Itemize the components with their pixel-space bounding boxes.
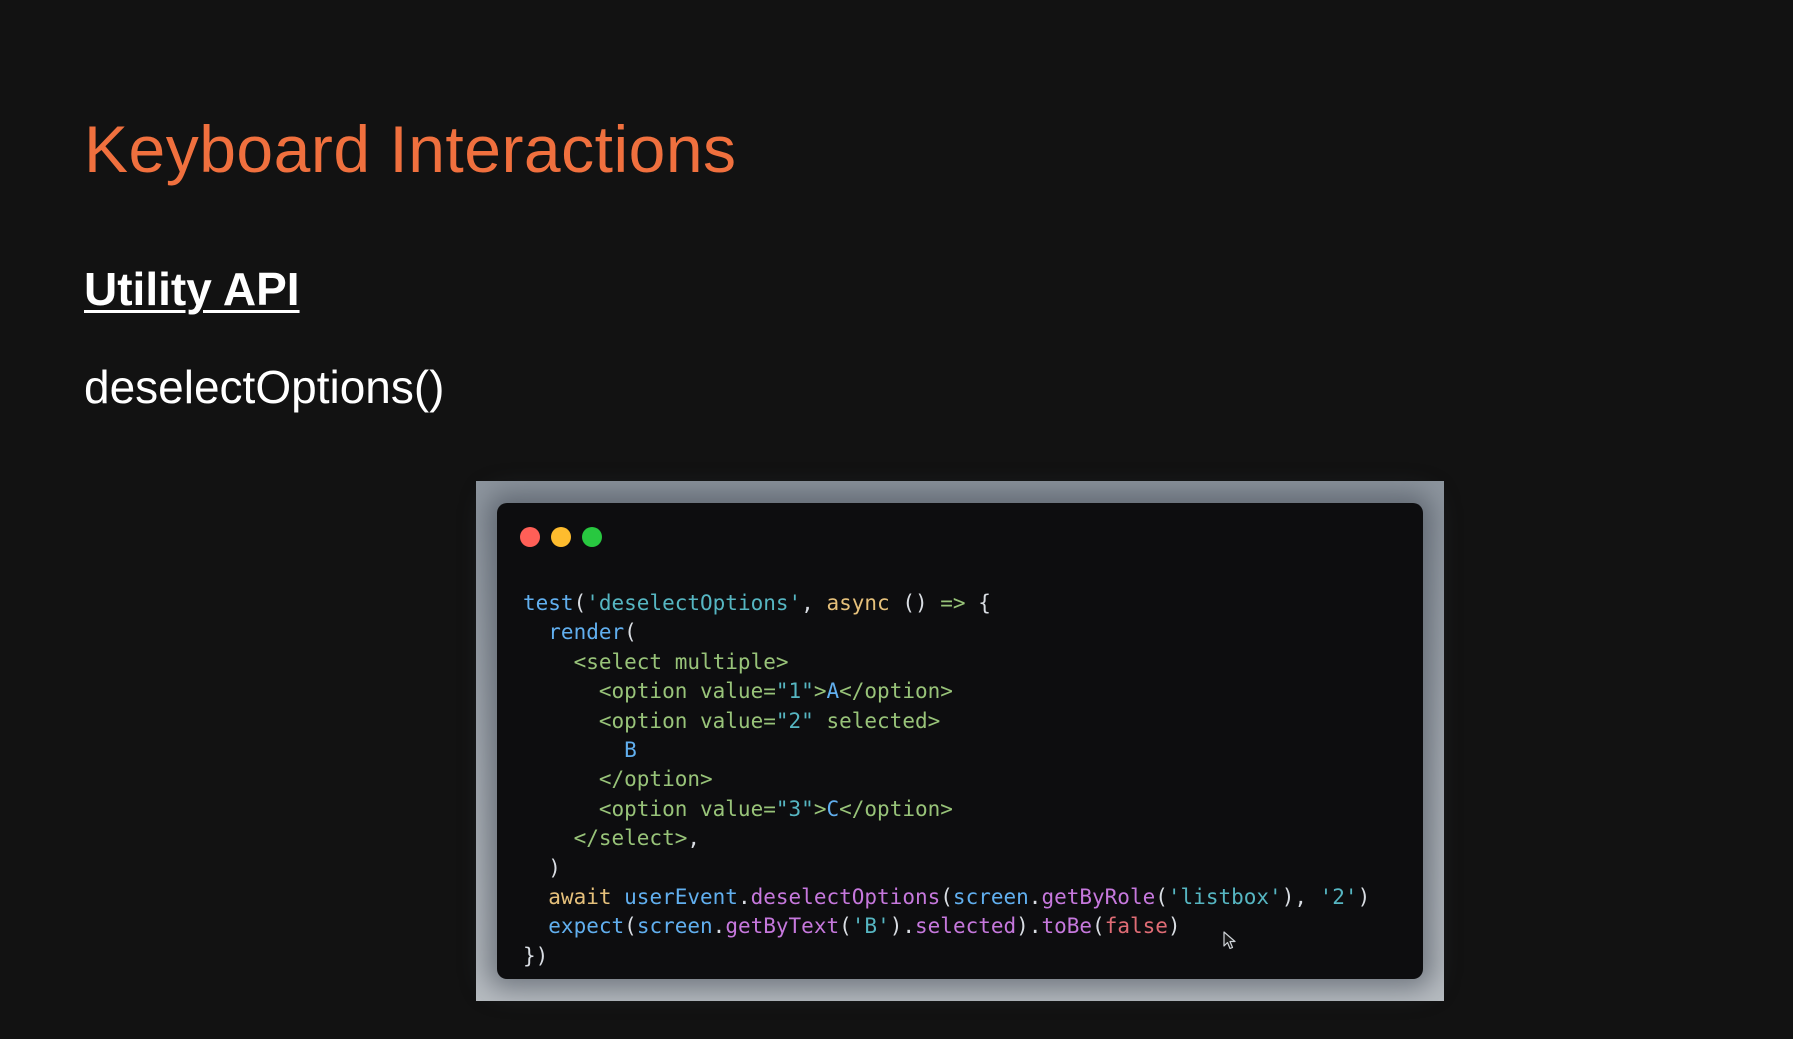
code-token: {: [965, 591, 991, 615]
code-token: }): [523, 943, 549, 968]
code-token: '2': [1319, 884, 1358, 909]
zoom-dot: [582, 527, 602, 547]
code-token: async: [826, 591, 890, 615]
code-token: screen: [952, 884, 1029, 909]
code-token: <option value=: [523, 679, 776, 704]
code-token: (: [624, 914, 637, 939]
code-screenshot-frame: test('deselectOptions', async () => { re…: [476, 481, 1444, 1001]
code-token: >: [813, 796, 827, 821]
code-line: B: [523, 736, 1370, 765]
code-token: <option value=: [523, 796, 776, 821]
code-editor-window: test('deselectOptions', async () => { re…: [497, 503, 1423, 979]
section-heading: Utility API: [84, 263, 300, 315]
code-token: "3": [775, 796, 814, 821]
code-token: (: [1155, 884, 1168, 909]
code-line: <select multiple>: [523, 648, 1370, 677]
code-token: false: [1104, 914, 1168, 939]
code-line: <option value="3">C</option>: [523, 795, 1370, 824]
code-token: selected>: [813, 708, 941, 733]
code-token: </select>: [523, 826, 688, 851]
code-token: await: [523, 884, 612, 909]
code-token: </option>: [523, 767, 713, 792]
code-token: test: [523, 591, 574, 615]
code-token: (: [839, 914, 852, 939]
code-line: ): [523, 854, 1370, 883]
code-token: ),: [1281, 884, 1320, 909]
code-token: .: [712, 914, 726, 939]
code-token: (: [624, 620, 637, 645]
code-line: </select>,: [523, 824, 1370, 853]
code-token: (): [889, 591, 941, 615]
code-token: ): [523, 855, 561, 880]
code-token: =>: [940, 591, 966, 615]
code-token: 'listbox': [1167, 884, 1282, 909]
code-line: </option>: [523, 765, 1370, 794]
code-token: userEvent: [611, 884, 738, 909]
minimize-dot: [551, 527, 571, 547]
code-line: await userEvent.deselectOptions(screen.g…: [523, 883, 1370, 912]
code-token: >: [813, 679, 827, 704]
code-token: getByRole: [1041, 884, 1156, 909]
code-token: toBe: [1041, 914, 1093, 939]
code-line: render(: [523, 618, 1370, 647]
code-token: C: [826, 796, 840, 821]
code-token: ).: [1016, 914, 1042, 939]
code-token: B: [523, 737, 637, 762]
code-token: selected: [915, 914, 1017, 939]
code-token: </option>: [839, 679, 953, 704]
code-token: deselectOptions: [750, 884, 941, 909]
code-token: 'deselectOptions': [586, 591, 802, 615]
code-line: }): [523, 942, 1370, 971]
code-token: render: [523, 620, 625, 645]
code-token: 'B': [851, 914, 890, 939]
code-token: (: [1092, 914, 1105, 939]
code-line: <option value="1">A</option>: [523, 677, 1370, 706]
code-token: "2": [775, 708, 814, 733]
code-line: test('deselectOptions', async () => {: [523, 589, 1370, 618]
code-token: <select multiple>: [523, 649, 789, 674]
code-token: </option>: [839, 796, 953, 821]
slide-title: Keyboard Interactions: [84, 112, 737, 186]
code-token: ): [1167, 914, 1181, 939]
code-token: ).: [889, 914, 916, 939]
api-function-name: deselectOptions(): [84, 361, 445, 413]
code-token: ,: [687, 826, 701, 851]
code-token: ,: [801, 591, 827, 615]
mouse-pointer-icon: [1223, 931, 1236, 950]
code-token: A: [826, 679, 840, 704]
code-token: <option value=: [523, 708, 776, 733]
code-token: expect: [523, 914, 625, 939]
code-token: (: [573, 591, 587, 615]
code-line: expect(screen.getByText('B').selected).t…: [523, 912, 1370, 941]
window-controls: [520, 527, 602, 547]
code-block: test('deselectOptions', async () => { re…: [523, 589, 1370, 971]
code-token: ): [1357, 884, 1371, 909]
code-token: "1": [775, 679, 814, 704]
code-token: .: [1028, 884, 1042, 909]
code-token: screen: [636, 914, 713, 939]
code-token: (: [940, 884, 953, 909]
code-token: getByText: [725, 914, 840, 939]
code-line: <option value="2" selected>: [523, 707, 1370, 736]
close-dot: [520, 527, 540, 547]
code-token: .: [737, 884, 751, 909]
